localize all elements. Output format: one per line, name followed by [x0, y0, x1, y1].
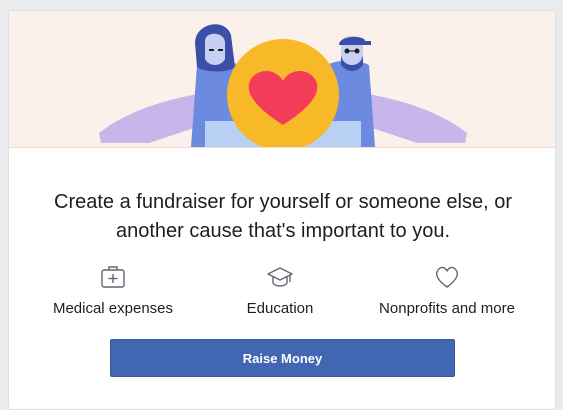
raise-money-button[interactable]: Raise Money	[110, 339, 455, 377]
category-education[interactable]: Education	[225, 263, 335, 317]
graduation-cap-icon	[267, 267, 293, 287]
fundraiser-headline: Create a fundraiser for yourself or some…	[9, 188, 555, 246]
fundraiser-card: Create a fundraiser for yourself or some…	[8, 10, 556, 410]
category-medical-expenses[interactable]: Medical expenses	[48, 263, 178, 317]
medical-kit-icon	[101, 266, 125, 288]
category-label: Nonprofits and more	[379, 300, 515, 317]
category-nonprofits[interactable]: Nonprofits and more	[367, 263, 527, 317]
headline-line-1: Create a fundraiser for yourself or some…	[54, 191, 512, 213]
category-label: Education	[246, 300, 314, 317]
headline-line-2: another cause that's important to you.	[115, 220, 450, 242]
category-label: Medical expenses	[52, 300, 174, 317]
hero-illustration	[9, 11, 555, 148]
heart-icon	[436, 266, 458, 288]
